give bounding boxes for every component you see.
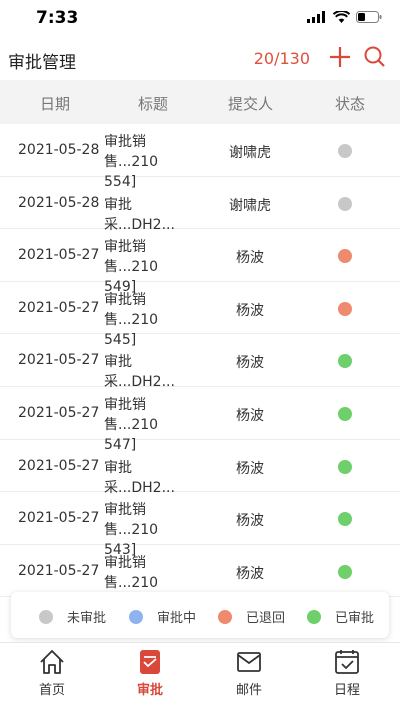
add-button[interactable] [325, 42, 355, 72]
legend-label: 审批中 [157, 611, 197, 626]
item-submitter: 杨波 [236, 407, 264, 424]
status-dot [338, 512, 352, 527]
calendar-icon [335, 650, 359, 674]
item-date: 2021-05-27 [18, 562, 100, 579]
item-submitter: 谢啸虎 [229, 197, 271, 214]
list-item[interactable]: 2021-05-27 审批销售...210 547] 杨波 [0, 387, 400, 453]
tab-approval-label: 审批 [136, 683, 163, 698]
status-dot [338, 459, 352, 474]
status-dot [338, 564, 352, 579]
legend-label: 已退回 [246, 611, 286, 626]
search-button[interactable] [360, 42, 390, 72]
table-header: 日期 标题 提交人 状态 [0, 80, 400, 124]
tab-home-label: 首页 [38, 683, 65, 698]
item-submitter: 杨波 [236, 565, 264, 582]
item-submitter: 谢啸虎 [229, 145, 271, 161]
item-date: 2021-05-28 [18, 194, 100, 211]
tab-calendar[interactable]: 日程 [307, 647, 387, 698]
record-count: 20/130 [253, 49, 310, 68]
approval-list[interactable]: 2021-05-28 审批销售...210 554] 谢啸虎 2021-05-28 审批采… [0, 124, 400, 642]
legend-label: 未审批 [67, 611, 107, 626]
list-item[interactable]: 2021-05-27审批销售...210542]杨波 [0, 545, 400, 611]
item-title-line1: 审批销售...210 [104, 554, 159, 591]
list-item[interactable]: 2021-05-28 审批采...DH2... 谢啸虎 [0, 177, 400, 233]
legend-label: 已审批 [335, 611, 375, 626]
tab-calendar-label: 日程 [333, 683, 360, 698]
status-time: 7:33 [36, 8, 79, 28]
item-title-line1: 审批销售...210 [104, 239, 159, 276]
list-item[interactable]: 2021-05-27 审批销售...210 549] 杨波 [0, 229, 400, 295]
item-date: 2021-05-27 [18, 247, 100, 264]
item-date: 2021-05-28 [18, 142, 100, 158]
mail-icon [237, 652, 261, 672]
legend-dot [307, 609, 321, 624]
item-submitter: 杨波 [236, 302, 264, 319]
legend-item: 未审批 [39, 607, 106, 626]
item-submitter: 杨波 [236, 250, 264, 267]
item-title-line1: 审批销售...210 [104, 502, 159, 539]
status-legend: 未审批 审批中 已退回 已审批 [11, 592, 389, 638]
list-item[interactable]: 2021-05-27 审批销售...210 545] 杨波 [0, 282, 400, 348]
item-date: 2021-05-27 [18, 510, 100, 527]
item-title-line1: 审批销售...210 [104, 291, 159, 328]
item-date: 2021-05-27 [18, 299, 100, 316]
item-title-line1: 审批销售...210 [104, 134, 159, 170]
plus-icon [330, 47, 350, 67]
list-item[interactable]: 2021-05-27 审批采...DH2... 杨波 [0, 440, 400, 496]
tab-mail[interactable]: 邮件 [209, 647, 289, 698]
item-submitter: 杨波 [236, 513, 264, 530]
tab-mail-label: 邮件 [235, 683, 262, 698]
column-submitter[interactable]: 提交人 [228, 93, 273, 114]
tab-bar: 首页 审批 邮件 日程 [0, 642, 400, 710]
status-dot [338, 144, 352, 158]
status-dot [338, 196, 352, 211]
column-status[interactable]: 状态 [335, 93, 365, 114]
status-dot [338, 249, 352, 264]
tab-approval[interactable]: 审批 [110, 647, 190, 698]
legend-dot [218, 609, 232, 624]
status-dot [338, 354, 352, 369]
column-title[interactable]: 标题 [138, 93, 168, 114]
status-dot [338, 301, 352, 316]
item-title-line1: 审批销售...210 [104, 396, 159, 433]
list-item[interactable]: 2021-05-27 审批销售...210 543] 杨波 [0, 492, 400, 558]
header: 审批管理 20/130 [0, 38, 400, 80]
legend-item: 已退回 [218, 607, 285, 626]
home-icon [40, 650, 64, 674]
item-date: 2021-05-27 [18, 404, 100, 421]
status-icons [307, 11, 382, 23]
battery-icon [356, 11, 382, 23]
legend-item: 审批中 [129, 607, 196, 626]
list-item[interactable]: 2021-05-27 审批采...DH2... 杨波 [0, 334, 400, 390]
search-icon [364, 46, 385, 67]
status-bar: 7:33 [0, 0, 400, 36]
legend-item: 已审批 [307, 607, 374, 626]
wifi-icon [333, 11, 350, 23]
approval-icon [140, 650, 160, 674]
legend-dot [129, 609, 143, 624]
status-dot [338, 406, 352, 421]
legend-dot [39, 609, 53, 624]
list-item[interactable]: 2021-05-28 审批销售...210 554] 谢啸虎 [0, 124, 400, 190]
signal-icon [307, 11, 325, 23]
item-submitter: 杨波 [236, 460, 264, 477]
item-date: 2021-05-27 [18, 457, 100, 474]
item-submitter: 杨波 [236, 355, 264, 372]
item-date: 2021-05-27 [18, 352, 100, 369]
tab-home[interactable]: 首页 [12, 647, 92, 698]
column-date[interactable]: 日期 [40, 93, 70, 114]
page-title: 审批管理 [8, 53, 76, 73]
